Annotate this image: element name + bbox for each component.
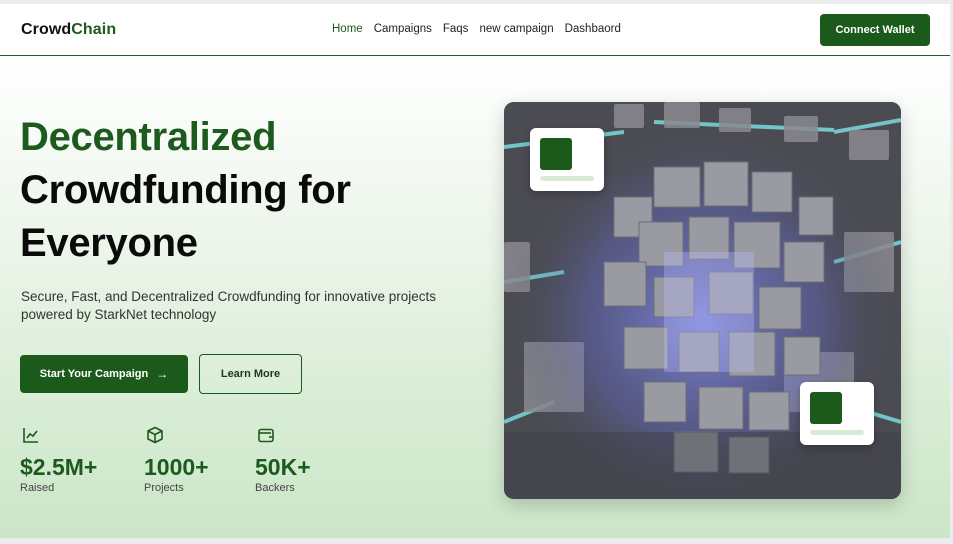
floating-card-bottom xyxy=(800,382,874,445)
nav-new-campaign[interactable]: new campaign xyxy=(479,23,553,35)
logo[interactable]: CrowdChain xyxy=(21,21,116,39)
stat-label: Raised xyxy=(20,482,55,494)
stat-raised: $2.5M+ Raised xyxy=(20,426,97,494)
stat-label: Projects xyxy=(144,482,184,494)
headline-line-1: Decentralized xyxy=(20,115,277,159)
stat-value: 50K+ xyxy=(255,454,311,480)
box-icon xyxy=(147,426,163,444)
card-square xyxy=(810,392,842,424)
headline-line-2: Crowdfunding for xyxy=(20,168,351,212)
card-square xyxy=(540,138,572,170)
card-bar xyxy=(810,430,864,435)
card-bar xyxy=(540,176,594,181)
arrow-right-icon: → xyxy=(156,367,169,381)
stat-backers: 50K+ Backers xyxy=(255,426,311,494)
stat-label: Backers xyxy=(255,482,295,494)
hero-blockchain-image xyxy=(504,102,901,499)
hero-section: Decentralized Crowdfunding for Everyone … xyxy=(0,57,950,538)
wallet-icon xyxy=(258,428,274,443)
logo-part-chain: Chain xyxy=(71,21,117,38)
stat-value: $2.5M+ xyxy=(20,454,98,480)
header: CrowdChain Home Campaigns Faqs new campa… xyxy=(0,4,950,56)
floating-card-top xyxy=(530,128,604,191)
logo-part-crowd: Crowd xyxy=(21,21,72,38)
hero-subtitle: Secure, Fast, and Decentralized Crowdfun… xyxy=(21,289,436,322)
start-campaign-label: Start Your Campaign xyxy=(39,368,149,380)
hero-headline: Decentralized Crowdfunding for Everyone xyxy=(20,111,351,270)
nav-home[interactable]: Home xyxy=(332,23,363,35)
learn-more-button[interactable]: Learn More xyxy=(199,354,302,394)
page: CrowdChain Home Campaigns Faqs new campa… xyxy=(0,4,950,538)
stat-value: 1000+ xyxy=(144,454,209,480)
stat-projects: 1000+ Projects xyxy=(144,426,209,494)
connect-wallet-button[interactable]: Connect Wallet xyxy=(820,14,930,46)
nav-faqs[interactable]: Faqs xyxy=(443,23,469,35)
start-campaign-button[interactable]: Start Your Campaign → xyxy=(20,355,188,393)
main-nav: Home Campaigns Faqs new campaign Dashbao… xyxy=(332,23,632,35)
nav-dashboard[interactable]: Dashbaord xyxy=(565,23,621,35)
nav-campaigns[interactable]: Campaigns xyxy=(374,23,432,35)
learn-more-label: Learn More xyxy=(220,368,281,380)
headline-line-3: Everyone xyxy=(20,221,198,265)
chart-line-icon xyxy=(23,428,38,443)
